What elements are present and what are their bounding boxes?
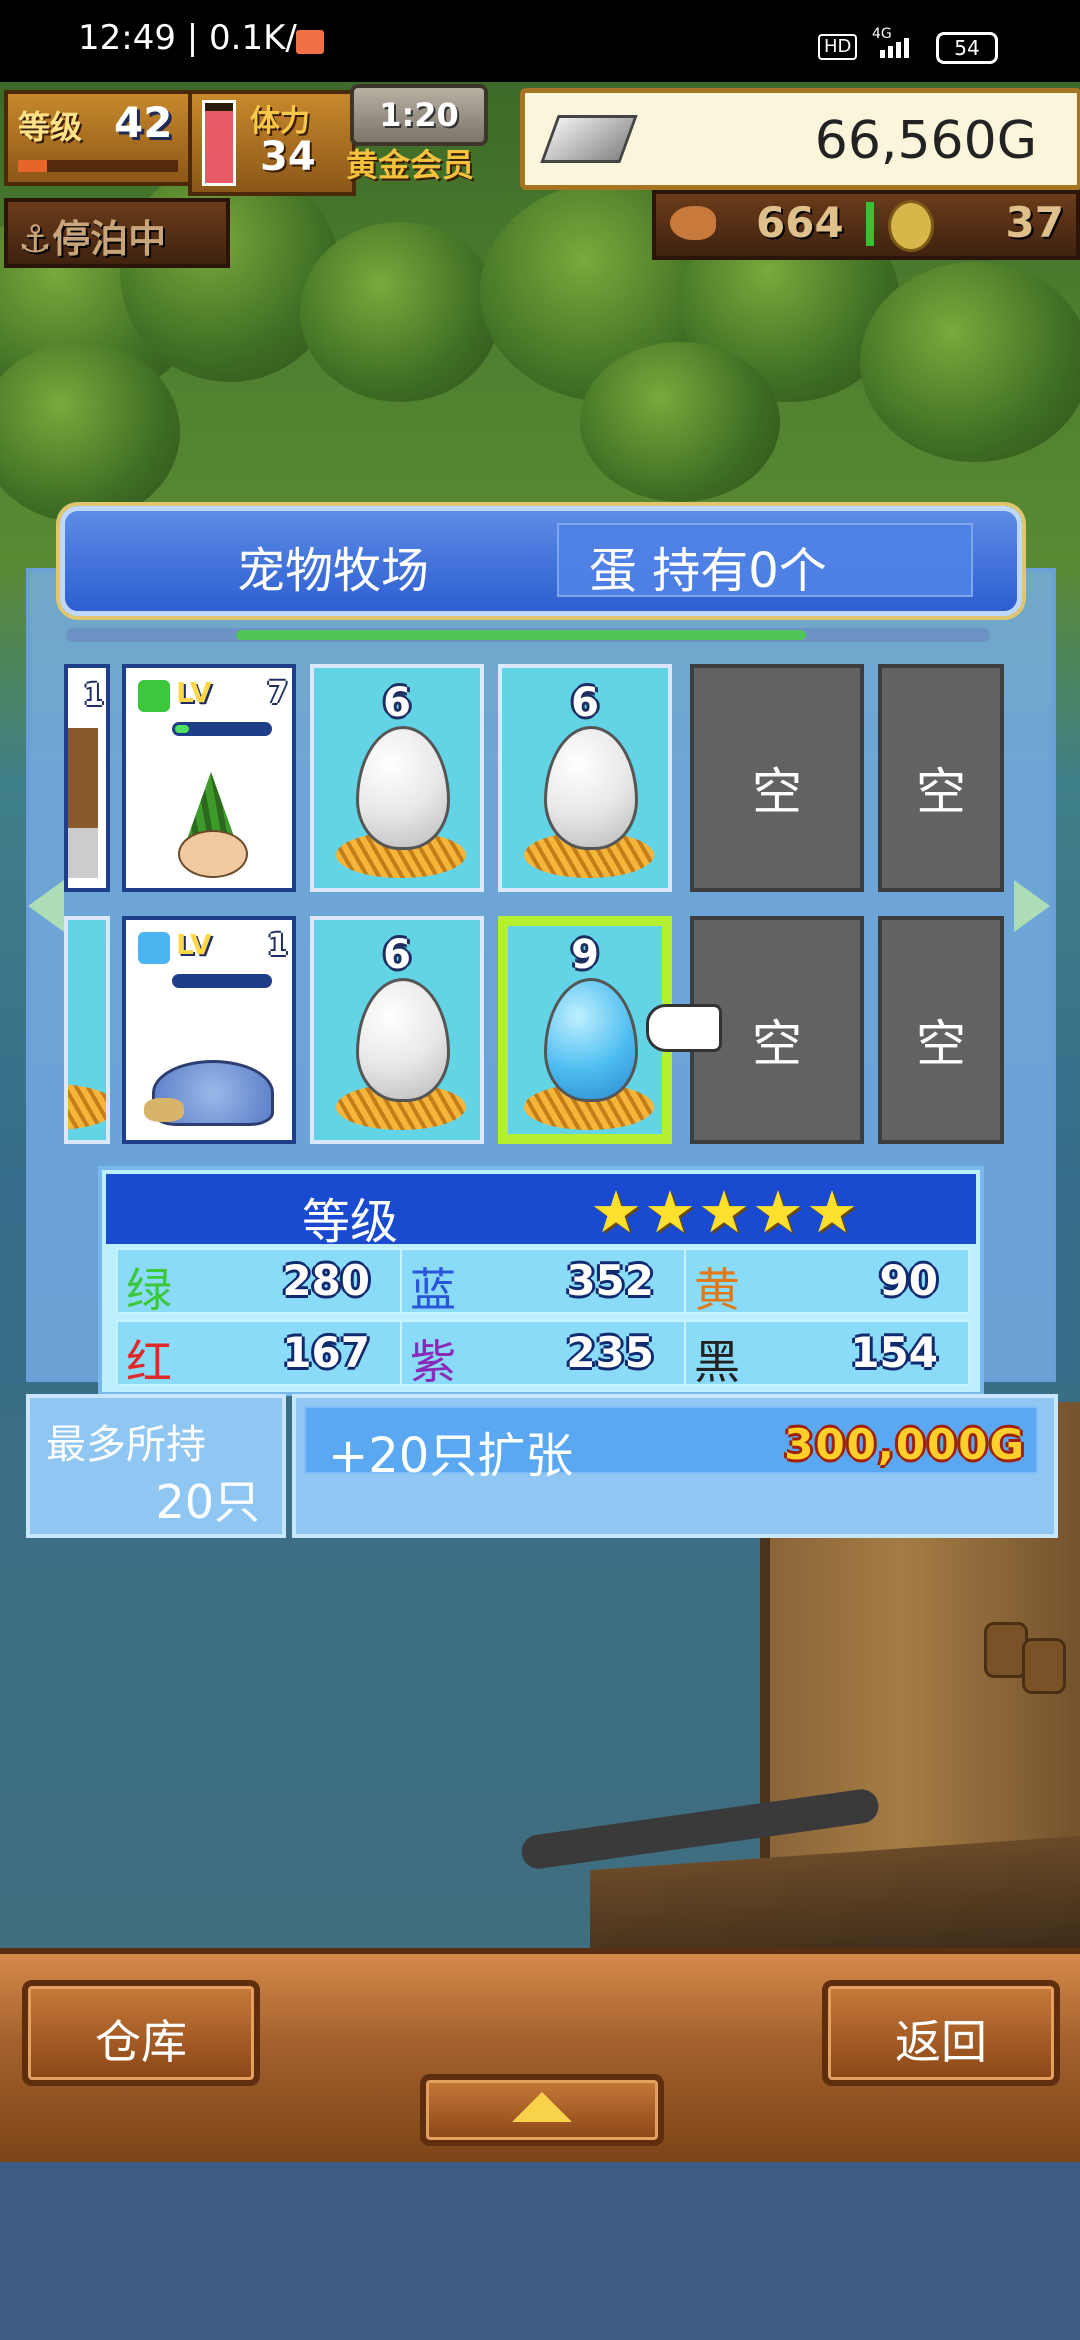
expand-label: +20只扩张 [328,1428,574,1484]
status-bar: 12:49 | 0.1K/s HD 4G 54 [0,0,1080,82]
pet-xp-bar [172,722,272,736]
empty-slot[interactable]: 空 [690,664,864,892]
empty-slot[interactable]: 空 [878,664,1004,892]
stat-black: 黑 154 [684,1320,970,1389]
food-icon [670,206,716,240]
stat-red: 红 167 [116,1320,402,1389]
pet-slot-partial[interactable]: 1 [64,664,110,892]
egg-icon [544,726,638,850]
hd-badge: HD [818,34,858,60]
pointer-hand-icon [646,1004,722,1052]
scroll-right-arrow-icon[interactable] [1014,880,1050,932]
stamina-value: 34 [260,134,316,180]
medal-icon [888,200,934,252]
egg-count-box: 蛋 持有0个 [557,523,973,599]
stat-blue: 蓝 352 [400,1248,686,1317]
food-bar [866,202,874,246]
capacity-label: 最多所持 [46,1422,206,1468]
mail-icon [296,30,324,54]
money-value: 66,560G [814,111,1037,171]
bottom-bar: 仓库 返回 [0,1948,1080,2168]
blue-egg-icon [544,978,638,1102]
food-value: 664 [756,198,844,247]
capacity-value: 20只 [155,1475,260,1529]
membership-label: 黄金会员 [346,146,475,184]
empty-slot[interactable]: 空 [878,916,1004,1144]
status-time: 12:49 | 0.1K/s [78,18,315,58]
egg-icon [356,726,450,850]
level-label: 等级 [18,108,83,146]
scroll-thumb[interactable] [236,630,806,640]
rank-label: 等级 [302,1194,399,1250]
dock-status[interactable]: ⚓停泊中 [4,198,230,268]
egg-slot[interactable]: 6 [498,664,672,892]
back-button[interactable]: 返回 [822,1980,1060,2086]
egg-stats-panel: 等级 ★★★★★ 绿 280 蓝 352 黄 90 红 167 紫 235 黑 … [98,1166,984,1396]
expand-capacity-button[interactable]: +20只扩张 300,000G [292,1394,1058,1538]
egg-icon [356,978,450,1102]
pet-slot-turtle[interactable]: LV 1 [122,916,296,1144]
stamina-display: 体力 34 [188,90,356,196]
pet-ranch-header: 宠物牧场 蛋 持有0个 [60,506,1022,616]
level-value: 42 [114,98,173,147]
money-display: 66,560G [520,88,1080,190]
dock-status-label: ⚓停泊中 [18,217,167,261]
egg-slot-partial[interactable] [64,916,110,1144]
pet-xp-bar [172,974,272,988]
expand-menu-button[interactable] [420,2074,664,2146]
battery-icon: 54 [936,32,998,64]
egg-slot[interactable]: 6 [310,664,484,892]
stamina-timer: 1:20 [350,84,488,146]
resource-display: 664 37 [652,190,1080,260]
scroll-left-arrow-icon[interactable] [28,880,64,932]
pet-slot-plant[interactable]: LV 7 [122,664,296,892]
stamina-gauge [202,100,236,186]
egg-count: 蛋 持有0个 [589,543,827,599]
signal-icon [880,38,912,58]
xp-bar [18,160,178,172]
stat-yellow: 黄 90 [684,1248,970,1317]
stat-purple: 紫 235 [400,1320,686,1389]
scrollbar[interactable] [66,628,990,642]
level-display: 等级 42 [4,90,192,186]
up-arrow-icon [512,2092,572,2122]
medal-value: 37 [1005,198,1064,247]
stat-green: 绿 280 [116,1248,402,1317]
silver-ingot-icon [540,115,638,163]
egg-slot[interactable]: 6 [310,916,484,1144]
water-element-icon [138,932,170,964]
rank-stars: ★★★★★ [590,1178,860,1246]
expand-price: 300,000G [784,1420,1026,1469]
empty-area [0,2162,1080,2340]
panel-title: 宠物牧场 [237,543,430,599]
warehouse-button[interactable]: 仓库 [22,1980,260,2086]
capacity-box: 最多所持 20只 [26,1394,286,1538]
leaf-element-icon [138,680,170,712]
